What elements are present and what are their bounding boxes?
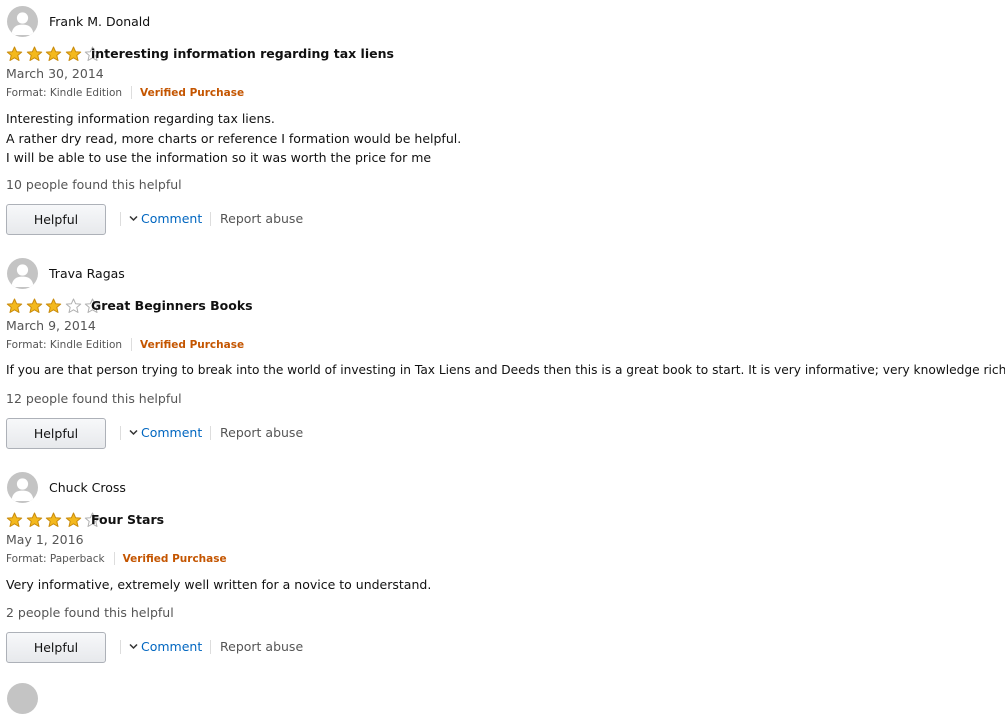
default-avatar-icon bbox=[7, 6, 38, 37]
review-author[interactable]: Frank M. Donald bbox=[49, 14, 150, 29]
star-icon bbox=[26, 46, 42, 61]
review-date: March 9, 2014 bbox=[6, 318, 96, 333]
verified-purchase-badge[interactable]: Verified Purchase bbox=[140, 339, 244, 351]
report-abuse-link[interactable]: Report abuse bbox=[220, 425, 303, 440]
chevron-down-icon bbox=[129, 429, 138, 436]
comment-link[interactable]: Comment bbox=[129, 211, 202, 226]
review-body: If you are that person trying to break i… bbox=[6, 361, 1005, 381]
review-body-line: A rather dry read, more charts or refere… bbox=[6, 130, 462, 146]
comment-label[interactable]: Comment bbox=[141, 639, 202, 654]
star-rating[interactable] bbox=[6, 512, 104, 528]
review-date: March 30, 2014 bbox=[6, 66, 104, 81]
helpful-count: 10 people found this helpful bbox=[6, 177, 182, 192]
star-icon bbox=[45, 298, 62, 313]
divider bbox=[131, 338, 133, 351]
helpful-count: 12 people found this helpful bbox=[6, 391, 182, 406]
review: Frank M. Donald interesting information … bbox=[0, 0, 1005, 235]
review-title[interactable]: Four Stars bbox=[91, 512, 164, 527]
star-icon bbox=[6, 46, 23, 61]
star-icon bbox=[65, 298, 81, 313]
divider bbox=[120, 212, 121, 226]
divider bbox=[113, 552, 115, 565]
star-icon bbox=[6, 512, 23, 527]
review-author[interactable]: Trava Ragas bbox=[49, 266, 125, 281]
comment-label[interactable]: Comment bbox=[141, 211, 202, 226]
review-format[interactable]: Format: Kindle Edition bbox=[6, 87, 122, 99]
review-body-line: If you are that person trying to break i… bbox=[6, 363, 1005, 377]
chevron-down-icon bbox=[129, 215, 138, 222]
helpful-button[interactable]: Helpful bbox=[6, 418, 106, 449]
review-author[interactable]: Chuck Cross bbox=[49, 480, 126, 495]
divider bbox=[131, 86, 133, 99]
verified-purchase-badge[interactable]: Verified Purchase bbox=[140, 87, 244, 99]
helpful-button[interactable]: Helpful bbox=[6, 204, 106, 235]
review-body-line: Interesting information regarding tax li… bbox=[6, 111, 275, 126]
divider bbox=[210, 426, 211, 440]
divider bbox=[210, 212, 211, 226]
review-format-row: Format: Kindle Edition Verified Purchase bbox=[6, 86, 244, 99]
report-abuse-link[interactable]: Report abuse bbox=[220, 211, 303, 226]
star-icon bbox=[65, 46, 81, 61]
star-rating[interactable] bbox=[6, 46, 104, 62]
review-format[interactable]: Format: Paperback bbox=[6, 553, 105, 565]
review-body: Very informative, extremely well written… bbox=[6, 575, 431, 595]
review-title[interactable]: Great Beginners Books bbox=[91, 298, 253, 313]
comment-label[interactable]: Comment bbox=[141, 425, 202, 440]
chevron-down-icon bbox=[129, 643, 138, 650]
divider bbox=[210, 640, 211, 654]
review-title[interactable]: interesting information regarding tax li… bbox=[91, 46, 394, 61]
comment-link[interactable]: Comment bbox=[129, 425, 202, 440]
review-format-row: Format: Paperback Verified Purchase bbox=[6, 552, 227, 565]
comment-link[interactable]: Comment bbox=[129, 639, 202, 654]
star-icon bbox=[26, 512, 42, 527]
default-avatar-icon bbox=[7, 258, 38, 289]
review-date: May 1, 2016 bbox=[6, 532, 84, 547]
review-format-row: Format: Kindle Edition Verified Purchase bbox=[6, 338, 244, 351]
star-icon bbox=[45, 512, 62, 527]
helpful-count: 2 people found this helpful bbox=[6, 605, 174, 620]
star-icon bbox=[65, 512, 81, 527]
review-body-line: I will be able to use the information so… bbox=[6, 150, 432, 165]
report-abuse-link[interactable]: Report abuse bbox=[220, 639, 303, 654]
review-body-line: Very informative, extremely well written… bbox=[6, 577, 432, 592]
review-body: Interesting information regarding tax li… bbox=[6, 109, 461, 168]
review-format[interactable]: Format: Kindle Edition bbox=[6, 339, 122, 351]
star-icon bbox=[26, 298, 42, 313]
default-avatar-icon bbox=[7, 472, 38, 503]
star-icon bbox=[45, 46, 62, 61]
helpful-button[interactable]: Helpful bbox=[6, 632, 106, 663]
review: Chuck Cross Four Stars May 1, 2016 Forma… bbox=[0, 466, 1005, 680]
divider bbox=[120, 426, 121, 440]
star-rating[interactable] bbox=[6, 298, 104, 314]
verified-purchase-badge[interactable]: Verified Purchase bbox=[123, 553, 227, 565]
star-icon bbox=[6, 298, 23, 313]
divider bbox=[120, 640, 121, 654]
review: Trava Ragas Great Beginners Books March … bbox=[0, 252, 1005, 466]
